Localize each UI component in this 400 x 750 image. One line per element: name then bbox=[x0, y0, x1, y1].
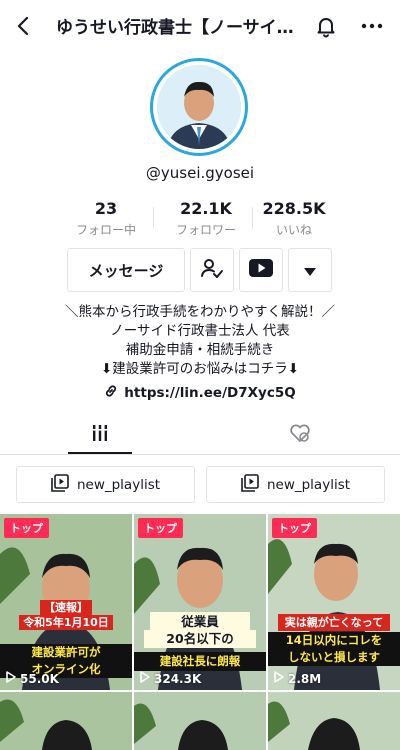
active-tab-indicator bbox=[68, 452, 132, 454]
likes-count: 228.5K bbox=[262, 199, 326, 218]
more-horizontal-icon[interactable] bbox=[358, 14, 386, 38]
following-label: フォロー中 bbox=[75, 223, 136, 237]
video-grid: トップ 【速報】 令和5年1月10日 建設業許可が オンライン化 55.0K ト… bbox=[0, 514, 400, 750]
action-buttons: メッセージ bbox=[0, 248, 400, 294]
caption-line: 【速報】 bbox=[40, 600, 92, 615]
caption-line: 実は親が亡くなって bbox=[278, 614, 390, 631]
grid-icon bbox=[91, 424, 109, 446]
username: @yusei.gyosei bbox=[145, 164, 255, 182]
stat-following[interactable]: 23 フォロー中 bbox=[56, 199, 156, 238]
play-icon bbox=[6, 671, 20, 686]
caption-line: 20名以下の bbox=[144, 630, 256, 648]
following-status-button[interactable] bbox=[190, 248, 234, 292]
top-badge: トップ bbox=[4, 518, 49, 538]
bio: ＼熊本から行政手続をわかりやすく解説！／ ノーサイド行政書士法人 代表 補助金申… bbox=[0, 303, 400, 379]
avatar[interactable] bbox=[150, 58, 248, 156]
top-bar: ゆうせい行政書士【ノーサイド行政書士法人】 bbox=[0, 0, 400, 52]
thumbnail-image bbox=[268, 692, 400, 750]
stat-likes[interactable]: 228.5K いいね bbox=[244, 199, 344, 238]
playlist-label: new_playlist bbox=[266, 476, 351, 493]
likes-label: いいね bbox=[275, 223, 312, 237]
thumbnail-image bbox=[0, 692, 132, 750]
message-button[interactable]: メッセージ bbox=[67, 248, 185, 292]
following-count: 23 bbox=[94, 199, 118, 218]
video-thumbnail[interactable]: トップ 実は親が亡くなって 14日以内にコレを しないと損します 2.8M bbox=[268, 514, 400, 690]
person-check-icon bbox=[200, 256, 224, 284]
link-icon bbox=[104, 384, 124, 402]
playlist-row: new_playlist new_playlist bbox=[0, 466, 400, 504]
triangle-down-icon bbox=[304, 261, 316, 280]
top-badge: トップ bbox=[272, 518, 317, 538]
caption-line: 14日以内にコレを bbox=[268, 632, 400, 649]
heart-hidden-icon bbox=[289, 423, 311, 447]
tab-videos[interactable] bbox=[0, 415, 200, 455]
profile-title: ゆうせい行政書士【ノーサイド行政書士法人】 bbox=[56, 18, 306, 38]
playlist-icon bbox=[241, 473, 267, 496]
play-icon bbox=[274, 671, 288, 686]
bell-icon[interactable] bbox=[314, 14, 338, 38]
playlist-label: new_playlist bbox=[76, 476, 161, 493]
chevron-left-icon[interactable] bbox=[12, 14, 36, 38]
youtube-button[interactable] bbox=[239, 248, 283, 292]
caption-line: 令和5年1月10日 bbox=[19, 615, 113, 630]
bio-link-text[interactable]: https://lin.ee/D7Xyc5Q bbox=[124, 385, 295, 401]
bio-line: ⬇建設業許可のお悩みはコチラ⬇ bbox=[100, 361, 300, 377]
play-icon bbox=[140, 671, 154, 686]
video-thumbnail[interactable] bbox=[134, 692, 266, 750]
caption-line: 建設社長に朗報 bbox=[134, 652, 266, 671]
play-count: 324.3K bbox=[140, 671, 201, 686]
thumbnail-image bbox=[134, 692, 266, 750]
stats-row: 23 フォロー中 22.1K フォロワー 228.5K いいね bbox=[0, 199, 400, 239]
top-badge: トップ bbox=[138, 518, 183, 538]
video-thumbnail[interactable] bbox=[0, 692, 132, 750]
play-count-value: 55.0K bbox=[20, 671, 59, 686]
more-options-button[interactable] bbox=[288, 248, 332, 292]
playlist-button[interactable]: new_playlist bbox=[206, 466, 385, 503]
tab-liked[interactable] bbox=[200, 415, 400, 455]
play-count: 2.8M bbox=[274, 671, 321, 686]
bio-line: ＼熊本から行政手続をわかりやすく解説！／ bbox=[65, 304, 335, 320]
play-count-value: 324.3K bbox=[154, 671, 202, 686]
divider bbox=[153, 207, 154, 229]
bio-link[interactable]: https://lin.ee/D7Xyc5Q bbox=[0, 384, 400, 402]
caption-line: しないと損します bbox=[268, 649, 400, 666]
followers-label: フォロワー bbox=[175, 223, 236, 237]
play-count: 55.0K bbox=[6, 671, 59, 686]
bio-line: ノーサイド行政書士法人 代表 bbox=[110, 323, 290, 339]
caption-line: 従業員 bbox=[150, 612, 250, 632]
video-thumbnail[interactable]: トップ 【速報】 令和5年1月10日 建設業許可が オンライン化 55.0K bbox=[0, 514, 132, 690]
playlist-icon bbox=[51, 473, 77, 496]
playlist-button[interactable]: new_playlist bbox=[16, 466, 195, 503]
bio-line: 補助金申請・相続手続き bbox=[125, 342, 275, 358]
thumbnail-caption: 【速報】 令和5年1月10日 bbox=[0, 600, 132, 630]
stat-followers[interactable]: 22.1K フォロワー bbox=[156, 199, 256, 238]
video-thumbnail[interactable] bbox=[268, 692, 400, 750]
caption-line: 建設業許可が bbox=[0, 644, 132, 661]
followers-count: 22.1K bbox=[180, 199, 232, 218]
play-count-value: 2.8M bbox=[288, 671, 322, 686]
youtube-icon bbox=[249, 259, 273, 281]
video-thumbnail[interactable]: トップ 従業員 20名以下の 建設社長に朗報 324.3K bbox=[134, 514, 266, 690]
content-tabs bbox=[0, 415, 400, 455]
avatar-photo bbox=[157, 65, 241, 149]
